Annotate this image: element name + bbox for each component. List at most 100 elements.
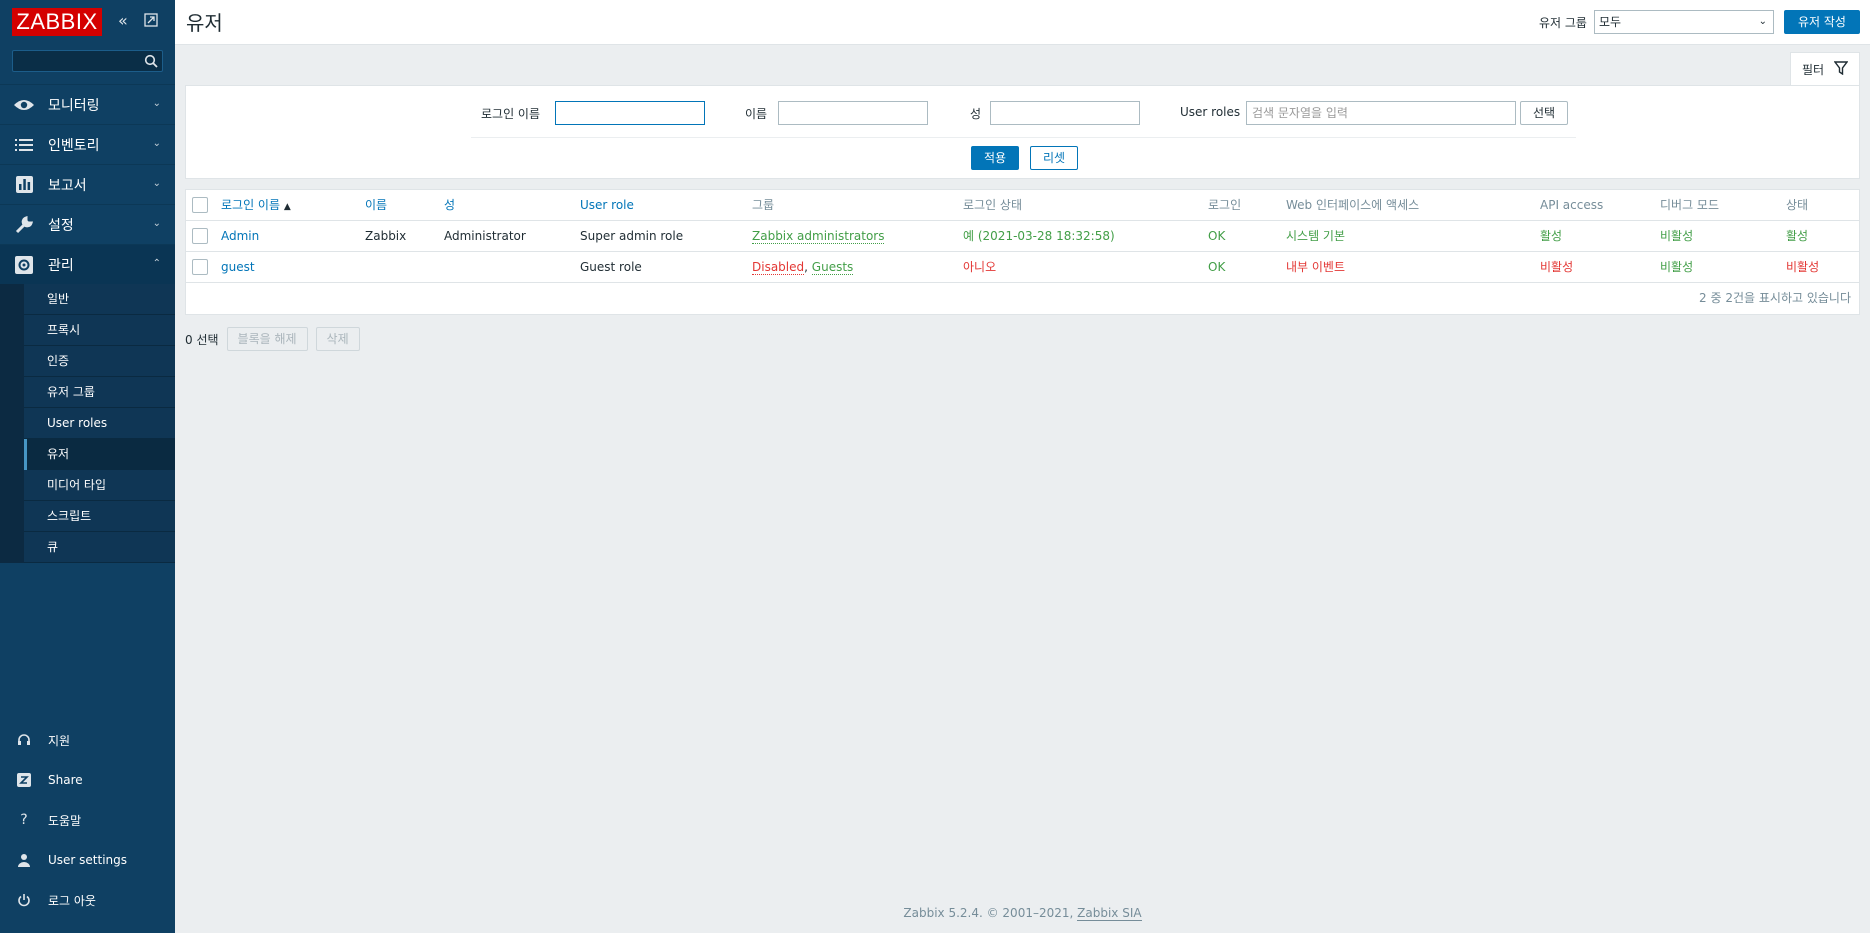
submenu-scripts[interactable]: 스크립트 <box>24 501 175 532</box>
power-icon <box>0 893 48 907</box>
chevron-down-icon: ⌄ <box>152 138 161 149</box>
group-separator: , <box>804 260 808 274</box>
chevron-down-icon: ⌄ <box>1758 16 1767 27</box>
page-title: 유저 <box>186 11 223 35</box>
menu-user-settings[interactable]: User settings <box>0 840 175 880</box>
login-filter-input[interactable] <box>555 101 705 125</box>
chevron-down-icon: ⌄ <box>152 178 161 189</box>
column-header-user-role[interactable]: User role <box>580 190 634 220</box>
gui-access[interactable]: 내부 이벤트 <box>1286 252 1345 282</box>
gui-access[interactable]: 시스템 기본 <box>1286 221 1345 251</box>
menu-sign-out[interactable]: 로그 아웃 <box>0 880 175 920</box>
user-status[interactable]: 비활성 <box>1786 252 1819 282</box>
menu-label: 관리 <box>48 257 74 274</box>
submenu-authentication[interactable]: 인증 <box>24 346 175 377</box>
sort-asc-icon: ▲ <box>283 202 291 212</box>
login-ok: OK <box>1208 229 1226 243</box>
reset-button[interactable]: 리셋 <box>1030 146 1078 170</box>
column-header-login[interactable]: 로그인 이름 ▲ <box>221 190 291 220</box>
apply-button[interactable]: 적용 <box>971 146 1019 170</box>
menu-administration[interactable]: 관리 ⌃ <box>0 244 175 284</box>
footer-link[interactable]: Zabbix SIA <box>1077 906 1142 921</box>
select-all-checkbox[interactable] <box>192 197 208 213</box>
kiosk-mode-icon[interactable] <box>144 13 158 32</box>
menu-support[interactable]: 지원 <box>0 720 175 760</box>
user-group-value: 모두 <box>1599 15 1622 29</box>
headset-icon <box>0 733 48 747</box>
menu-reports[interactable]: 보고서 ⌄ <box>0 164 175 204</box>
column-header-gui-access: Web 인터페이스에 액세스 <box>1286 198 1420 212</box>
menu-share[interactable]: Share <box>0 760 175 800</box>
menu-help[interactable]: ? 도움말 <box>0 800 175 840</box>
user-group-select[interactable]: 모두 ⌄ <box>1594 10 1774 34</box>
chevron-up-icon: ⌃ <box>152 258 161 269</box>
list-icon <box>0 138 48 152</box>
submenu-general[interactable]: 일반 <box>24 284 175 315</box>
page-footer: Zabbix 5.2.4. © 2001–2021, Zabbix SIA <box>175 906 1870 921</box>
row-checkbox[interactable] <box>192 228 208 244</box>
collapse-sidebar-icon[interactable]: « <box>118 13 128 29</box>
debug-mode[interactable]: 비활성 <box>1660 221 1693 251</box>
login-status: 아니오 <box>963 260 997 274</box>
user-status[interactable]: 활성 <box>1786 221 1808 251</box>
search-icon[interactable] <box>144 54 158 71</box>
table-header-row: 로그인 이름 ▲ 이름 성 User role 그룹 로그인 상태 로그인 We… <box>186 190 1859 221</box>
menu-label: 지원 <box>48 733 71 748</box>
mass-actions: 0 선택 블록을 해제 삭제 <box>185 327 360 351</box>
user-role: Super admin role <box>580 229 684 243</box>
roles-select-button[interactable]: 선택 <box>1520 101 1568 125</box>
login-status: 예 (2021-03-28 18:32:58) <box>963 229 1115 243</box>
zabbix-logo[interactable]: ZABBIX <box>12 8 102 36</box>
name-filter-input[interactable] <box>778 101 928 125</box>
submenu-users[interactable]: 유저 <box>24 439 175 470</box>
submenu-media-types[interactable]: 미디어 타입 <box>24 470 175 501</box>
sidebar-search-input[interactable] <box>12 50 163 72</box>
group-link[interactable]: Zabbix administrators <box>752 229 885 244</box>
column-header-surname[interactable]: 성 <box>444 190 455 220</box>
column-header-login: 로그인 <box>1208 198 1242 212</box>
unblock-button[interactable]: 블록을 해제 <box>226 327 308 351</box>
surname-filter-label: 성 <box>970 107 982 121</box>
group-link[interactable]: Guests <box>811 260 854 275</box>
filter-tab[interactable]: 필터 <box>1790 52 1860 86</box>
gear-icon <box>0 255 48 274</box>
menu-configuration[interactable]: 설정 ⌄ <box>0 204 175 244</box>
sidebar: ZABBIX « 모니터링 ⌄ 인벤토리 ⌄ 보고서 ⌄ 설정 ⌄ 관리 ⌃ 일… <box>0 0 175 933</box>
debug-mode[interactable]: 비활성 <box>1660 252 1693 282</box>
admin-submenu: 일반 프록시 인증 유저 그룹 User roles 유저 미디어 타입 스크립… <box>0 284 175 563</box>
user-icon <box>0 853 48 867</box>
api-access[interactable]: 활성 <box>1540 221 1562 251</box>
user-login-link[interactable]: guest <box>221 252 255 282</box>
menu-label: 모니터링 <box>48 97 100 114</box>
create-user-button[interactable]: 유저 작성 <box>1784 10 1860 34</box>
user-login-link[interactable]: Admin <box>221 221 259 251</box>
submenu-user-roles[interactable]: User roles <box>24 408 175 439</box>
table-row: guest Guest role Disabled, Guests 아니오 OK… <box>186 252 1859 283</box>
user-groups: Disabled, Guests <box>752 252 854 282</box>
column-header-name[interactable]: 이름 <box>365 190 387 220</box>
surname-filter-input[interactable] <box>990 101 1140 125</box>
column-header-login-status: 로그인 상태 <box>963 198 1023 212</box>
name-filter-label: 이름 <box>745 107 768 121</box>
menu-inventory[interactable]: 인벤토리 ⌄ <box>0 124 175 164</box>
table-summary: 2 중 2건을 표시하고 있습니다 <box>1699 291 1851 305</box>
column-header-status: 상태 <box>1786 198 1809 212</box>
menu-label: User settings <box>48 853 128 867</box>
menu-label: 설정 <box>48 217 74 234</box>
group-link[interactable]: Disabled <box>752 260 805 275</box>
filter-panel: 로그인 이름 이름 성 User roles 검색 문자열을 입력 선택 적용 … <box>185 85 1860 179</box>
roles-filter-input[interactable]: 검색 문자열을 입력 <box>1246 101 1516 125</box>
submenu-user-groups[interactable]: 유저 그룹 <box>24 377 175 408</box>
login-filter-label: 로그인 이름 <box>481 107 541 121</box>
api-access[interactable]: 비활성 <box>1540 252 1573 282</box>
menu-monitoring[interactable]: 모니터링 ⌄ <box>0 84 175 124</box>
help-icon: ? <box>20 812 28 828</box>
delete-button[interactable]: 삭제 <box>315 327 360 351</box>
submenu-proxies[interactable]: 프록시 <box>24 315 175 346</box>
chevron-down-icon: ⌄ <box>152 98 161 109</box>
column-header-debug-mode: 디버그 모드 <box>1660 198 1720 212</box>
submenu-queue[interactable]: 큐 <box>24 532 175 563</box>
row-checkbox[interactable] <box>192 259 208 275</box>
eye-icon <box>0 98 48 112</box>
wrench-icon <box>0 215 48 234</box>
